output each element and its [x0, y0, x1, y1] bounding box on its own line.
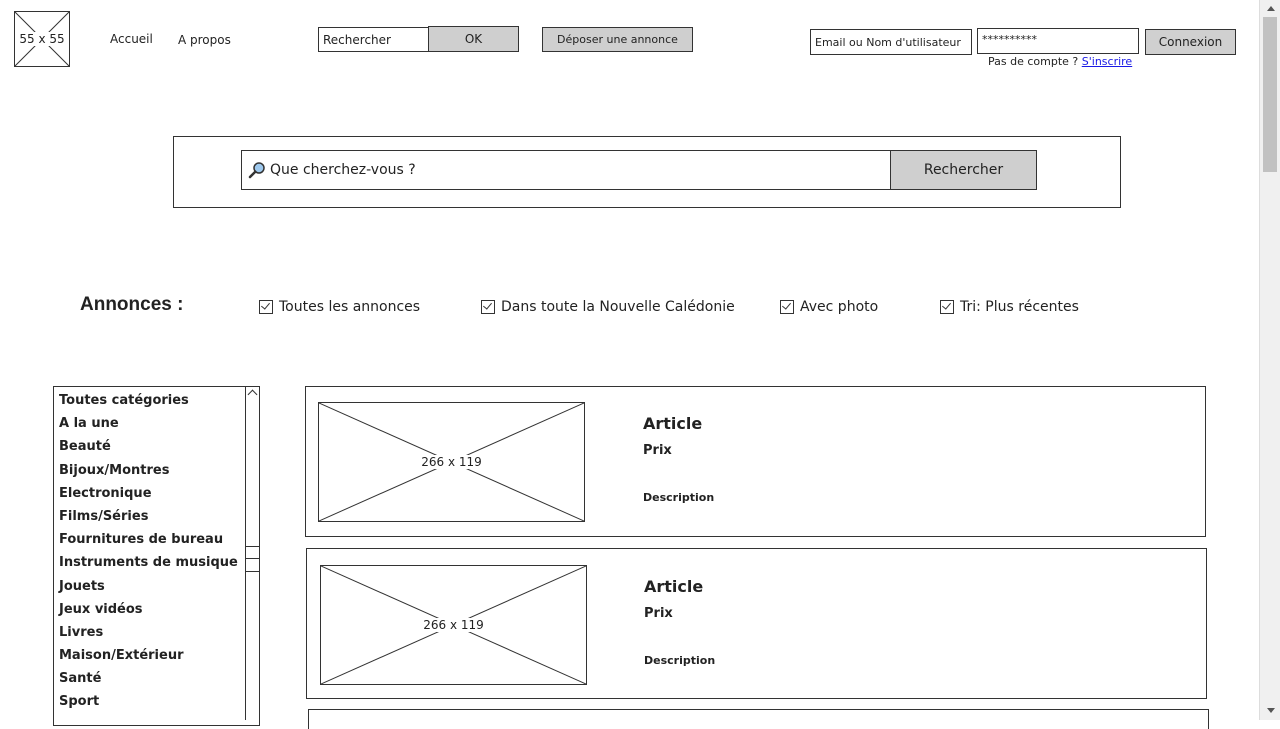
hero-search-placeholder: Que cherchez-vous ? [270, 162, 416, 178]
listing-card[interactable] [308, 709, 1209, 729]
listing-description: Description [644, 654, 716, 667]
listing-price: Prix [644, 606, 673, 621]
chevron-up-icon[interactable] [1267, 6, 1275, 11]
category-list[interactable]: Toutes catégories A la une Beauté Bijoux… [53, 386, 260, 726]
listing-image-label: 266 x 119 [421, 618, 486, 632]
listing-title[interactable]: Article [644, 577, 703, 596]
login-button-label: Connexion [1158, 35, 1223, 49]
category-item[interactable]: Instruments de musique [54, 551, 259, 574]
filter-sort-recent[interactable]: Tri: Plus récentes [940, 299, 1079, 315]
category-item[interactable]: Sport [54, 690, 259, 713]
category-item[interactable]: Santé [54, 667, 259, 690]
filter-with-photo-label: Avec photo [800, 299, 879, 315]
filter-all-caledonia-label: Dans toute la Nouvelle Calédonie [501, 299, 735, 315]
listing-image-placeholder: 266 x 119 [320, 565, 587, 685]
category-item[interactable]: Maison/Extérieur [54, 644, 259, 667]
category-item[interactable]: Bijoux/Montres [54, 459, 259, 482]
nav-accueil[interactable]: Accueil [110, 32, 153, 46]
category-item[interactable]: A la une [54, 412, 259, 435]
header-search-placeholder: Rechercher [323, 32, 391, 47]
chevron-down-icon[interactable] [1267, 708, 1275, 713]
post-ad-button-label: Déposer une annonce [557, 33, 678, 46]
checkbox-checked-icon [780, 300, 794, 314]
page-scrollbar[interactable] [1259, 0, 1280, 720]
listing-title[interactable]: Article [643, 414, 702, 433]
listing-image-label: 266 x 119 [419, 455, 484, 469]
logo-label: 55 x 55 [17, 32, 67, 46]
category-item[interactable]: Toutes catégories [54, 389, 259, 412]
hero-search-button-label: Rechercher [923, 162, 1004, 178]
category-item[interactable]: Fournitures de bureau [54, 528, 259, 551]
hero-search-button[interactable]: Rechercher [890, 150, 1037, 190]
category-item[interactable]: Electronique [54, 482, 259, 505]
category-item[interactable]: Livres [54, 621, 259, 644]
filter-all-listings[interactable]: Toutes les annonces [259, 299, 420, 315]
filter-all-caledonia[interactable]: Dans toute la Nouvelle Calédonie [481, 299, 735, 315]
listing-card[interactable]: 266 x 119 Article Prix Description [305, 386, 1206, 537]
category-item[interactable]: Jeux vidéos [54, 598, 259, 621]
magnifier-icon [248, 161, 266, 179]
checkbox-checked-icon [259, 300, 273, 314]
category-scrollbar[interactable] [245, 386, 260, 720]
login-button[interactable]: Connexion [1145, 29, 1236, 55]
header-search-button[interactable]: OK [428, 26, 519, 52]
login-username-placeholder: Email ou Nom d'utilisateur [815, 35, 961, 49]
listings-title: Annonces : [80, 294, 184, 315]
chevron-up-icon[interactable] [247, 389, 258, 400]
logo-placeholder: 55 x 55 [14, 11, 70, 67]
login-password-value: ********** [982, 33, 1037, 46]
nav-a-propos[interactable]: A propos [178, 33, 231, 47]
filter-sort-recent-label: Tri: Plus récentes [960, 299, 1079, 315]
login-password-input[interactable]: ********** [977, 28, 1139, 54]
checkbox-checked-icon [481, 300, 495, 314]
scroll-thumb[interactable] [246, 546, 260, 572]
category-item[interactable]: Jouets [54, 575, 259, 598]
scroll-thumb[interactable] [1263, 17, 1277, 172]
listing-price: Prix [643, 443, 672, 458]
signup-row: Pas de compte ? S'inscrire [988, 55, 1132, 68]
checkbox-checked-icon [940, 300, 954, 314]
filter-all-listings-label: Toutes les annonces [279, 299, 421, 315]
signup-prompt: Pas de compte ? [988, 55, 1079, 68]
post-ad-button[interactable]: Déposer une annonce [542, 27, 693, 52]
hero-search-input[interactable]: Que cherchez-vous ? [241, 150, 891, 190]
listing-card[interactable]: 266 x 119 Article Prix Description [306, 548, 1207, 699]
signup-link[interactable]: S'inscrire [1082, 55, 1132, 68]
listing-description: Description [643, 491, 715, 504]
category-item[interactable]: Films/Séries [54, 505, 259, 528]
login-username-input[interactable]: Email ou Nom d'utilisateur [810, 29, 972, 55]
header-search-button-label: OK [464, 32, 483, 46]
header-search-input[interactable]: Rechercher [318, 27, 430, 52]
category-item[interactable]: Beauté [54, 435, 259, 458]
listing-image-placeholder: 266 x 119 [318, 402, 585, 522]
filter-with-photo[interactable]: Avec photo [780, 299, 878, 315]
